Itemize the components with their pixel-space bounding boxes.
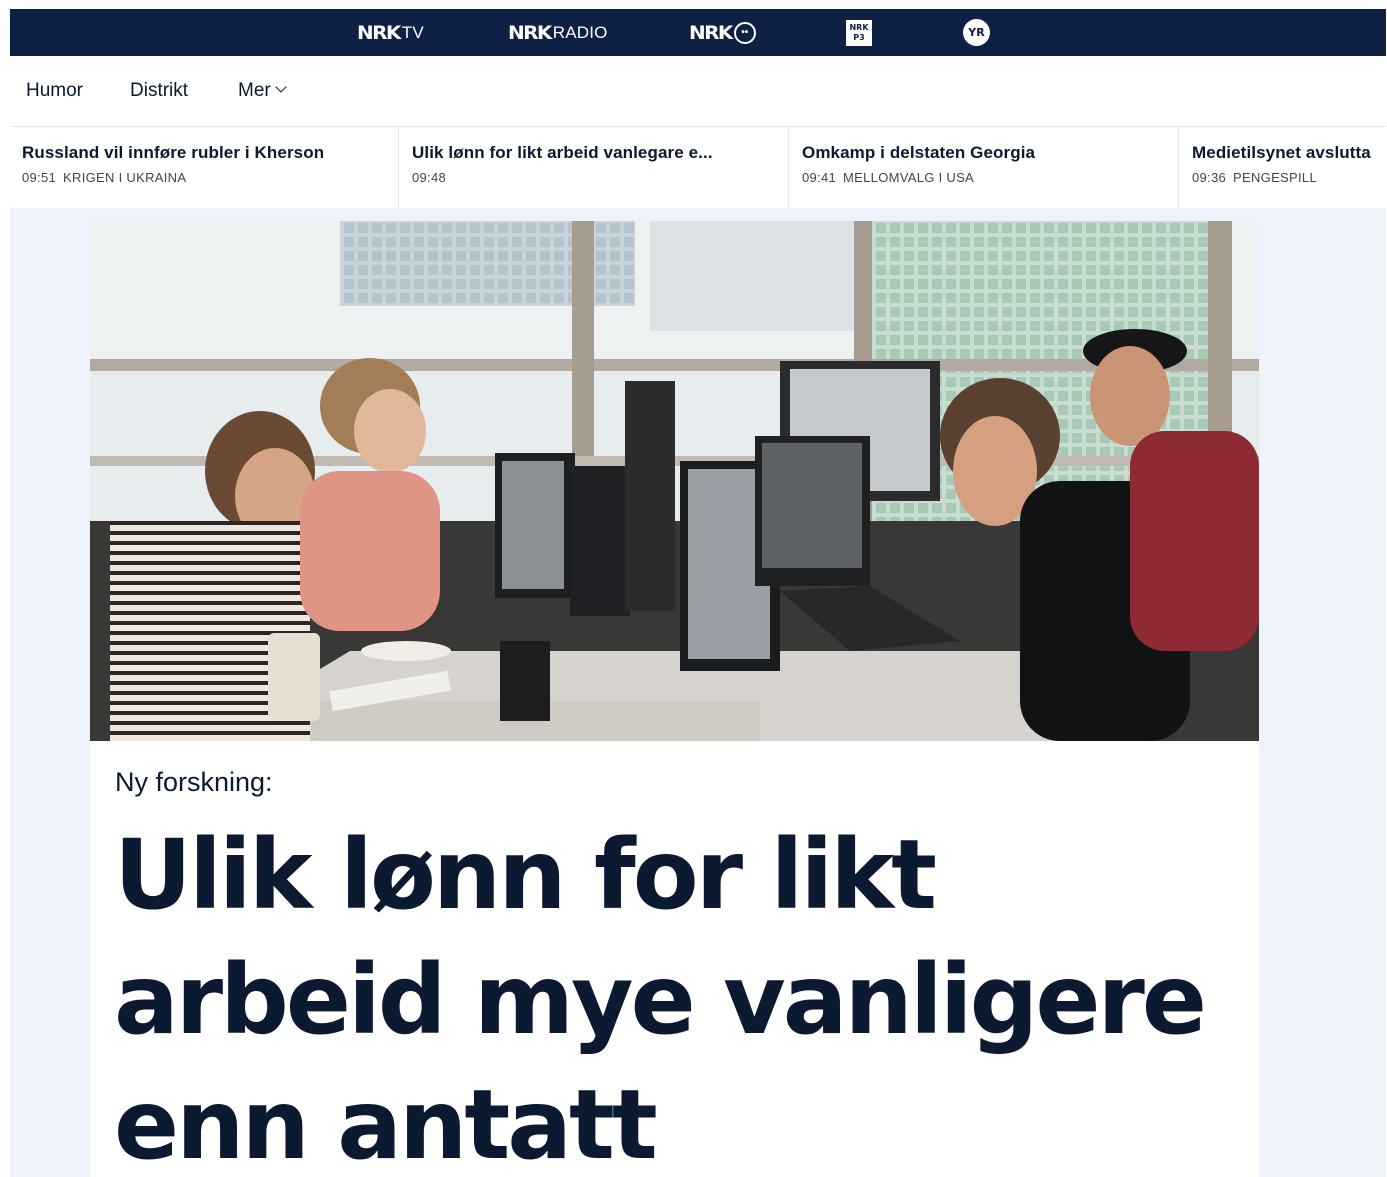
ticker-item[interactable]: Russland vil innføre rubler i Kherson 09…	[10, 128, 399, 208]
nrk-logo-icon: NRK	[507, 21, 552, 44]
ticker-category: MELLOMVALG I USA	[843, 170, 975, 185]
ticker-meta: 09:48	[412, 170, 788, 185]
ticker-category: PENGESPILL	[1233, 170, 1317, 185]
nrk-radio-label: RADIO	[552, 22, 608, 42]
nrk-brand-bar: NRK TV NRK RADIO NRK •• NRK P3 YR	[10, 9, 1386, 56]
section-nav: Humor Distrikt Mer	[10, 56, 1386, 127]
nav-humor[interactable]: Humor	[26, 80, 83, 102]
yr-icon: YR	[963, 19, 990, 46]
nav-mer[interactable]: Mer	[238, 80, 287, 102]
news-ticker: Russland vil innføre rubler i Kherson 09…	[10, 128, 1386, 208]
article-card[interactable]: Ny forskning: Ulik lønn for likt arbeid …	[90, 221, 1259, 1177]
nrk-tv-link[interactable]: NRK TV	[356, 9, 424, 56]
nrk-p3-icon: NRK P3	[846, 19, 872, 46]
ticker-time: 09:41	[802, 170, 837, 185]
ticker-title: Ulik lønn for likt arbeid vanlegare e...	[412, 143, 713, 162]
nrk-tv-label: TV	[401, 22, 424, 42]
nrk-radio-link[interactable]: NRK RADIO	[507, 9, 608, 56]
chevron-down-icon	[275, 81, 287, 93]
ticker-time: 09:48	[412, 170, 447, 185]
ticker-meta: 09:51 KRIGEN I UKRAINA	[22, 170, 398, 185]
face-icon: ••	[733, 21, 756, 44]
ticker-title: Omkamp i delstaten Georgia	[802, 143, 1036, 162]
ticker-category: KRIGEN I UKRAINA	[63, 170, 187, 185]
nrk-logo-icon: NRK	[356, 21, 401, 44]
article-headline[interactable]: Ulik lønn for likt arbeid mye vanligere …	[114, 813, 1234, 1177]
ticker-title: Russland vil innføre rubler i Kherson	[22, 143, 325, 162]
nav-distrikt[interactable]: Distrikt	[130, 80, 188, 102]
ticker-item[interactable]: Medietilsynet avslutta 09:36 PENGESPILL	[1180, 128, 1386, 208]
nav-mer-label: Mer	[238, 80, 271, 101]
ticker-meta: 09:36 PENGESPILL	[1192, 170, 1386, 185]
nrk-logo-icon: NRK	[688, 21, 733, 44]
ticker-time: 09:51	[22, 170, 57, 185]
yr-link[interactable]: YR	[963, 9, 990, 56]
nrk-super-link[interactable]: NRK ••	[688, 9, 756, 56]
ticker-item[interactable]: Omkamp i delstaten Georgia 09:41 MELLOMVA…	[790, 128, 1179, 208]
ticker-title: Medietilsynet avslutta	[1192, 143, 1371, 162]
hero-image[interactable]	[90, 221, 1259, 741]
ticker-meta: 09:41 MELLOMVALG I USA	[802, 170, 1178, 185]
ticker-item[interactable]: Ulik lønn for likt arbeid vanlegare e...…	[400, 128, 789, 208]
article-kicker: Ny forskning:	[115, 767, 273, 797]
nrk-p3-link[interactable]: NRK P3	[846, 9, 872, 56]
office-workers-photo	[90, 221, 1259, 741]
ticker-time: 09:36	[1192, 170, 1227, 185]
